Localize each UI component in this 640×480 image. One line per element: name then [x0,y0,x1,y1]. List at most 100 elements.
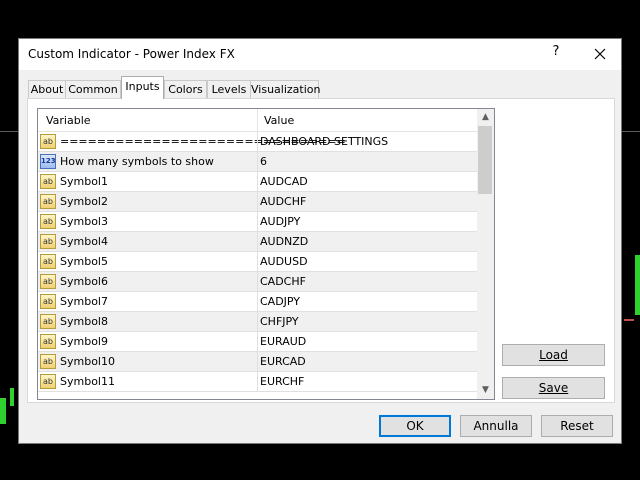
inputs-grid: Variable Value ab =======================… [37,108,495,400]
row-value[interactable]: AUDNZD [260,235,308,248]
table-row[interactable]: ab Symbol11 EURCHF [38,372,477,392]
cell-divider [257,352,258,372]
dialog-title: Custom Indicator - Power Index FX [28,47,235,61]
text-icon: ab [40,374,56,389]
tab-common[interactable]: Common [65,80,121,98]
chart-candle [10,388,14,406]
table-row[interactable]: ab Symbol1 AUDCAD [38,172,477,192]
row-variable: Symbol9 [60,335,108,348]
cell-divider [257,332,258,352]
table-row[interactable]: ab Symbol8 CHFJPY [38,312,477,332]
cell-divider [257,252,258,272]
row-value[interactable]: CADCHF [260,275,306,288]
row-variable: Symbol10 [60,355,115,368]
column-header-variable[interactable]: Variable [46,114,91,127]
tab-about[interactable]: About [28,80,66,98]
row-value[interactable]: EURCAD [260,355,306,368]
row-value[interactable]: CHFJPY [260,315,299,328]
cell-divider [257,272,258,292]
cell-divider [257,292,258,312]
row-value[interactable]: AUDCAD [260,175,308,188]
save-button-label: Save [538,381,569,395]
cell-divider [257,172,258,192]
text-icon: ab [40,234,56,249]
help-button[interactable]: ? [549,44,563,64]
row-value[interactable]: DASHBOARD SETTINGS [260,135,388,148]
row-variable: Symbol2 [60,195,108,208]
row-variable: How many symbols to show [60,155,214,168]
row-variable: Symbol7 [60,295,108,308]
table-row[interactable]: ab Symbol6 CADCHF [38,272,477,292]
table-row[interactable]: 123 How many symbols to show 6 [38,152,477,172]
cancel-button[interactable]: Annulla [460,415,532,437]
text-icon: ab [40,194,56,209]
row-value[interactable]: 6 [260,155,267,168]
table-row[interactable]: ab Symbol10 EURCAD [38,352,477,372]
row-value[interactable]: AUDCHF [260,195,306,208]
table-row[interactable]: ab =============================== DASHBOA… [38,132,477,152]
table-row[interactable]: ab Symbol4 AUDNZD [38,232,477,252]
grid-header: Variable Value [38,109,477,132]
row-variable: Symbol11 [60,375,115,388]
table-row[interactable]: ab Symbol9 EURAUD [38,332,477,352]
tab-visualization[interactable]: Visualization [250,80,320,98]
chart-price-marker [624,319,634,321]
row-variable: Symbol5 [60,255,108,268]
table-row[interactable]: ab Symbol2 AUDCHF [38,192,477,212]
scroll-thumb[interactable] [478,126,492,194]
ok-button-label: OK [406,419,424,433]
row-value[interactable]: EURCHF [260,375,304,388]
tab-levels[interactable]: Levels [207,80,251,98]
grid-rows: ab =============================== DASHBOA… [38,132,477,392]
title-bar: Custom Indicator - Power Index FX ? [19,39,621,70]
text-icon: ab [40,134,56,149]
table-row[interactable]: ab Symbol3 AUDJPY [38,212,477,232]
row-value[interactable]: CADJPY [260,295,300,308]
load-button-label: Load [539,348,568,362]
row-value[interactable]: EURAUD [260,335,306,348]
reset-button[interactable]: Reset [541,415,613,437]
table-row[interactable]: ab Symbol5 AUDUSD [38,252,477,272]
reset-button-label: Reset [560,419,594,433]
scroll-down-icon[interactable]: ▼ [477,382,494,399]
column-header-value[interactable]: Value [264,114,294,127]
row-value[interactable]: AUDUSD [260,255,308,268]
chart-candle [0,398,6,424]
cell-divider [257,232,258,252]
text-icon: ab [40,334,56,349]
close-button[interactable] [588,43,612,65]
cell-divider [257,212,258,232]
row-variable: Symbol3 [60,215,108,228]
row-variable: Symbol6 [60,275,108,288]
custom-indicator-dialog: Custom Indicator - Power Index FX ? Abou… [18,38,622,444]
column-divider[interactable] [257,109,258,131]
text-icon: ab [40,354,56,369]
cell-divider [257,372,258,392]
cell-divider [257,132,258,152]
text-icon: ab [40,274,56,289]
text-icon: ab [40,254,56,269]
cancel-button-label: Annulla [473,419,519,433]
row-variable: Symbol4 [60,235,108,248]
table-row[interactable]: ab Symbol7 CADJPY [38,292,477,312]
text-icon: ab [40,214,56,229]
cell-divider [257,312,258,332]
text-icon: ab [40,294,56,309]
tab-inputs[interactable]: Inputs [121,76,164,99]
cell-divider [257,192,258,212]
chart-candle [635,255,640,315]
row-variable: Symbol1 [60,175,108,188]
cell-divider [257,152,258,172]
load-button[interactable]: Load [502,344,605,366]
ok-button[interactable]: OK [379,415,451,437]
text-icon: ab [40,314,56,329]
number-icon: 123 [40,154,56,169]
row-value[interactable]: AUDJPY [260,215,300,228]
grid-scrollbar[interactable]: ▲ ▼ [477,109,494,399]
tab-colors[interactable]: Colors [164,80,207,98]
save-button[interactable]: Save [502,377,605,399]
close-icon [594,48,606,60]
row-variable: Symbol8 [60,315,108,328]
text-icon: ab [40,174,56,189]
scroll-up-icon[interactable]: ▲ [477,109,494,126]
